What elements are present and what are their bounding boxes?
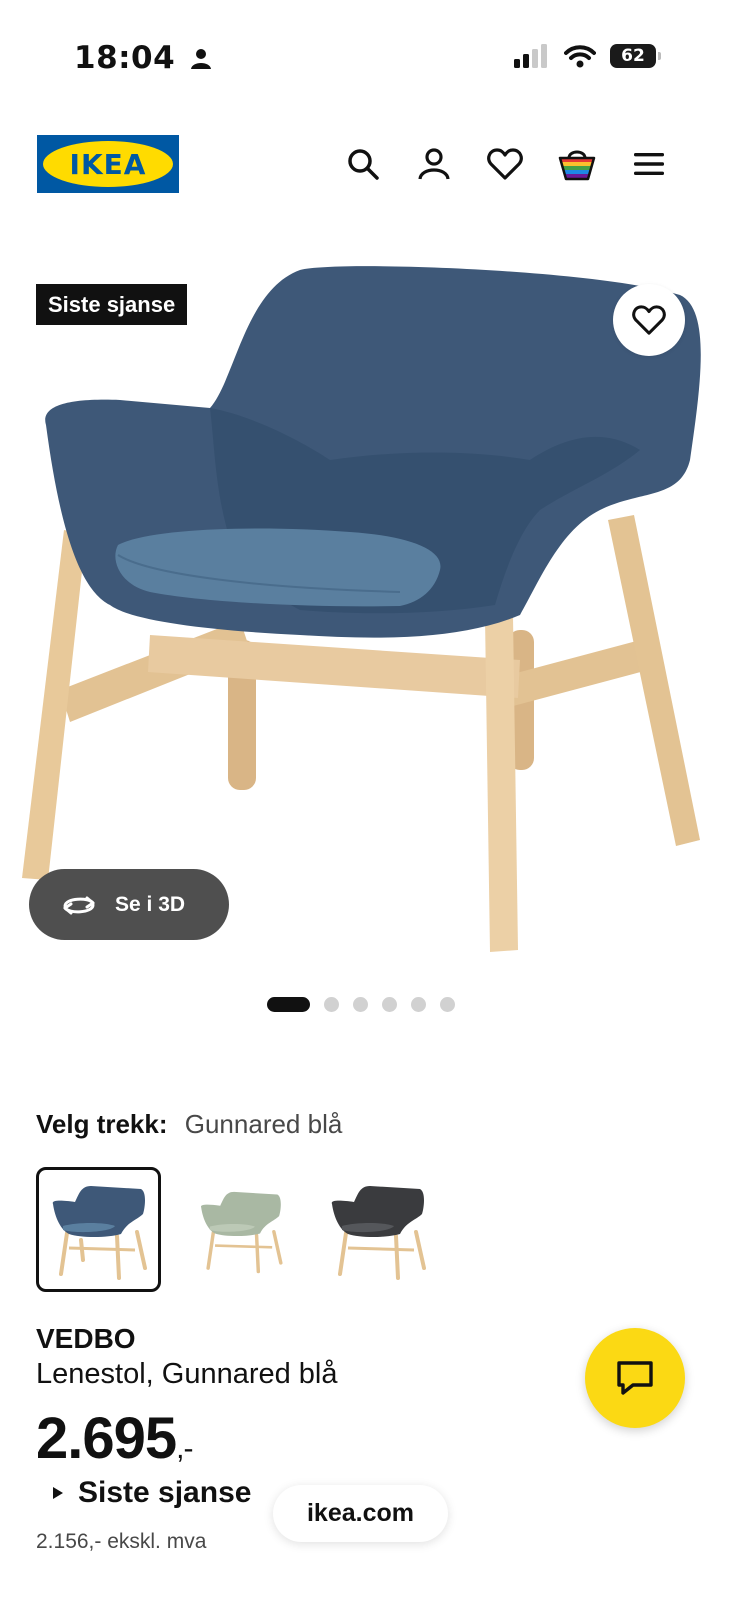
heart-icon xyxy=(487,148,523,180)
menu-button[interactable] xyxy=(626,141,672,187)
wifi-icon xyxy=(564,45,596,68)
image-carousel-indicator[interactable] xyxy=(267,997,455,1012)
battery-indicator: 62 xyxy=(610,44,661,68)
carousel-dot[interactable] xyxy=(353,997,368,1012)
price-suffix: ,- xyxy=(176,1432,193,1465)
browser-url-bar[interactable]: ikea.com xyxy=(273,1485,448,1542)
person-icon xyxy=(191,49,212,69)
variant-swatch-green[interactable] xyxy=(178,1167,303,1292)
variant-label-title: Velg trekk: xyxy=(36,1109,168,1139)
view-in-3d-button[interactable]: Se i 3D xyxy=(29,869,229,940)
variant-swatch-blue[interactable] xyxy=(36,1167,161,1292)
chat-bubble-icon xyxy=(617,1361,653,1395)
search-icon xyxy=(348,149,379,180)
status-indicators: 62 xyxy=(514,44,661,68)
ikea-logo[interactable]: IKEA xyxy=(37,135,179,193)
badge-text: Siste sjanse xyxy=(48,291,176,317)
carousel-dot[interactable] xyxy=(411,997,426,1012)
search-button[interactable] xyxy=(340,141,386,187)
chair-thumbnail-green xyxy=(200,1191,283,1273)
carousel-dot[interactable] xyxy=(382,997,397,1012)
carousel-dot-active[interactable] xyxy=(267,997,310,1012)
product-name: VEDBO xyxy=(36,1323,136,1354)
add-to-favourites-button[interactable] xyxy=(613,284,685,356)
favourites-button[interactable] xyxy=(482,141,528,187)
product-description: Lenestol, Gunnared blå xyxy=(36,1358,338,1390)
battery-level: 62 xyxy=(621,46,645,66)
last-chance-label: Siste sjanse xyxy=(78,1476,252,1509)
shopping-basket-icon xyxy=(558,150,596,181)
hamburger-menu-icon xyxy=(634,153,664,175)
status-time: 18:04 xyxy=(74,40,212,76)
price-ex-vat: 2.156,- ekskl. mva xyxy=(36,1530,207,1553)
signal-icon xyxy=(514,44,547,68)
status-time-text: 18:04 xyxy=(74,40,176,76)
browser-url-text: ikea.com xyxy=(306,1499,414,1527)
variant-label-value: Gunnared blå xyxy=(184,1109,343,1139)
account-button[interactable] xyxy=(411,141,457,187)
price-amount: 2.695 xyxy=(36,1406,177,1471)
last-chance-badge: Siste sjanse xyxy=(36,284,188,325)
chat-button[interactable] xyxy=(585,1328,685,1428)
cart-button[interactable] xyxy=(554,141,600,187)
chair-thumbnail-blue xyxy=(52,1185,147,1280)
heart-icon xyxy=(632,305,666,335)
carousel-dot[interactable] xyxy=(324,997,339,1012)
chair-thumbnail-dark-grey xyxy=(331,1185,426,1280)
logo-text: IKEA xyxy=(69,147,147,181)
caret-right-icon xyxy=(53,1487,63,1499)
product-price: 2.695,- xyxy=(36,1405,194,1472)
variant-swatch-dark-grey[interactable] xyxy=(315,1167,440,1292)
user-icon xyxy=(418,148,450,180)
view-in-3d-label: Se i 3D xyxy=(115,892,186,916)
rotate-3d-icon xyxy=(63,896,95,914)
logo-oval: IKEA xyxy=(43,141,173,187)
variant-label: Velg trekk: Gunnared blå xyxy=(36,1109,342,1140)
last-chance-toggle[interactable]: Siste sjanse xyxy=(52,1476,251,1510)
carousel-dot[interactable] xyxy=(440,997,455,1012)
